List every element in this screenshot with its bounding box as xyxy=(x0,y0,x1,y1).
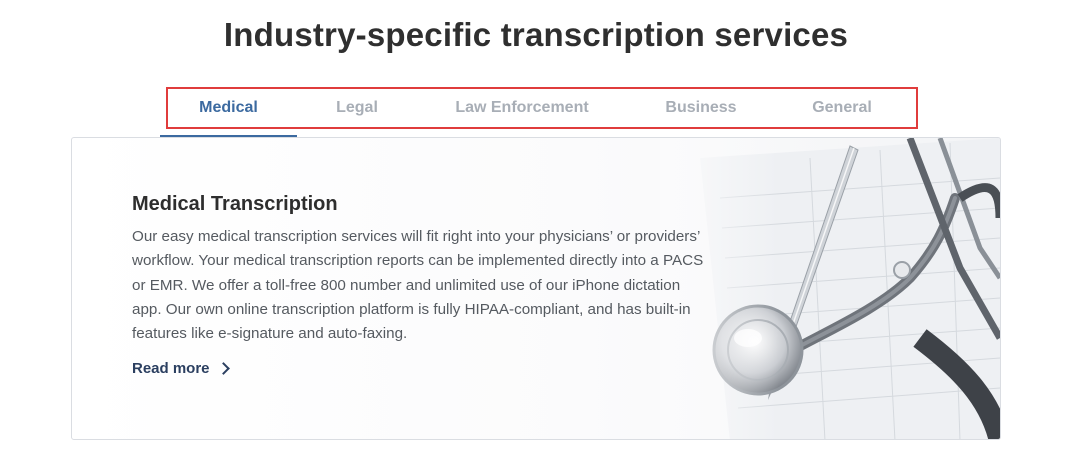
tab-panel-card: Medical Transcription Our easy medical t… xyxy=(71,137,1001,440)
panel-description: Our easy medical transcription services … xyxy=(132,228,704,343)
read-more-link[interactable]: Read more xyxy=(132,360,230,378)
chevron-right-icon xyxy=(216,362,230,376)
page: Industry-specific transcription services… xyxy=(0,0,1086,462)
tabs-highlight-box xyxy=(166,87,918,129)
read-more-label: Read more xyxy=(132,360,210,378)
panel-title: Medical Transcription xyxy=(132,193,338,215)
tab-panel-content: Medical Transcription Our easy medical t… xyxy=(132,193,712,378)
section-title: Industry-specific transcription services xyxy=(223,16,849,53)
